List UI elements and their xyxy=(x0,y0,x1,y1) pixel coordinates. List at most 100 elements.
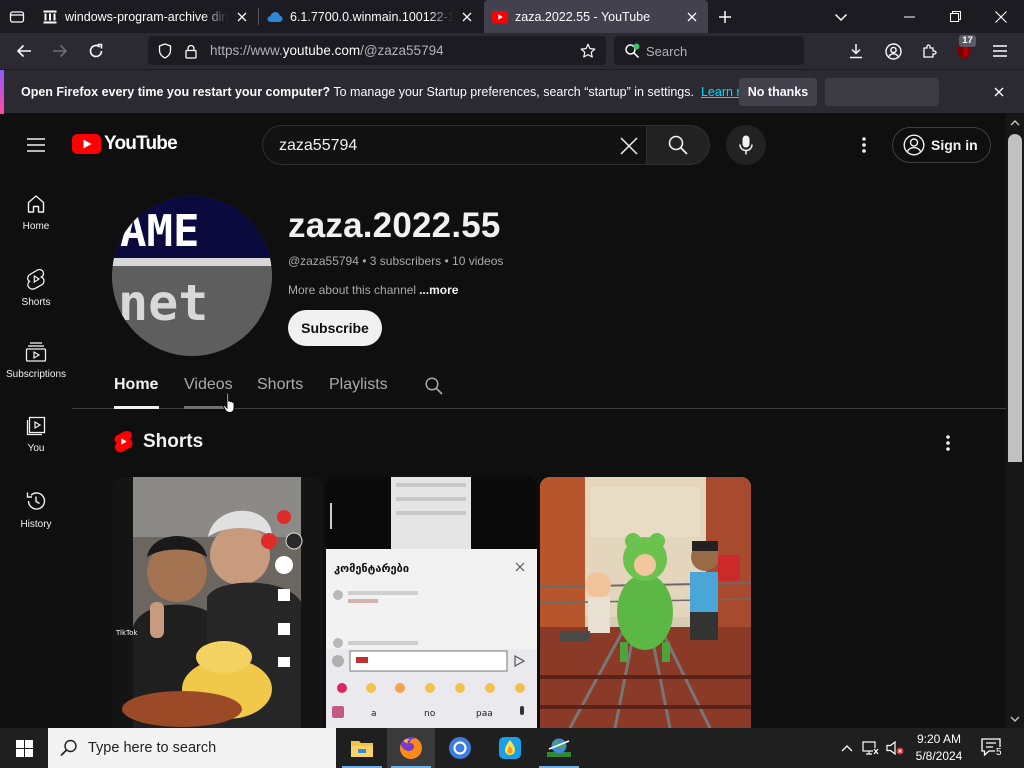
keyboard-key: paa xyxy=(476,709,493,719)
guide-item-home[interactable]: Home xyxy=(0,178,72,252)
minimize-button[interactable] xyxy=(886,0,932,33)
channel-avatar[interactable]: AME net xyxy=(112,196,272,356)
more-link[interactable]: ...more xyxy=(419,283,458,297)
tab-close-icon[interactable] xyxy=(459,9,475,25)
taskbar-clock[interactable]: 9:20 AM 5/8/2024 xyxy=(906,731,972,765)
browser-tab-onedrive[interactable]: 6.1.7700.0.winmain.100122-1900 xyxy=(259,0,483,33)
extension-badge: 17 xyxy=(959,35,976,47)
network-tray-button[interactable] xyxy=(862,739,880,757)
tab-home[interactable]: Home xyxy=(114,376,158,394)
app-taskbar-button[interactable] xyxy=(486,728,534,768)
youtube-search-button[interactable] xyxy=(646,125,710,165)
plus-icon xyxy=(719,11,731,23)
start-button[interactable] xyxy=(0,728,48,768)
browser-search-box[interactable]: Search xyxy=(614,36,804,65)
scroll-down-icon[interactable] xyxy=(1010,714,1020,724)
shelf-more-button[interactable] xyxy=(936,431,960,455)
close-window-button[interactable] xyxy=(978,0,1024,33)
guide-item-shorts[interactable]: Shorts xyxy=(0,252,72,326)
address-bar[interactable]: https://www.youtube.com/@zaza55794 xyxy=(148,36,606,65)
short-thumbnail[interactable]: TikTok xyxy=(112,477,323,728)
notification-primary-button[interactable] xyxy=(825,78,939,106)
guide-item-label: Home xyxy=(22,221,50,232)
youtube-play-logo-icon xyxy=(72,134,101,154)
new-tab-button[interactable] xyxy=(712,4,738,30)
onedrive-cloud-icon xyxy=(267,9,283,25)
puzzle-icon xyxy=(923,44,937,58)
file-explorer-taskbar-button[interactable] xyxy=(338,728,386,768)
firefox-view-button[interactable] xyxy=(0,0,33,33)
back-button[interactable] xyxy=(10,37,38,65)
action-center-button[interactable]: 5 xyxy=(980,737,1006,761)
blue-app-icon xyxy=(499,737,521,759)
download-icon xyxy=(850,44,862,59)
voice-search-button[interactable] xyxy=(726,125,766,165)
search-placeholder: Search xyxy=(646,44,688,59)
tab-close-icon[interactable] xyxy=(684,9,700,25)
no-thanks-button[interactable]: No thanks xyxy=(739,78,817,106)
volume-tray-button[interactable] xyxy=(886,739,904,757)
clear-search-button[interactable] xyxy=(618,135,640,157)
sign-in-button[interactable]: Sign in xyxy=(892,127,991,163)
youtube-search-input[interactable]: zaza55794 xyxy=(262,125,647,165)
firefox-taskbar-button[interactable] xyxy=(387,728,435,768)
notification-close-button[interactable] xyxy=(990,83,1008,101)
scroll-up-icon[interactable] xyxy=(1010,118,1020,128)
url-host: youtube.com xyxy=(282,43,361,58)
tab-playlists[interactable]: Playlists xyxy=(329,376,388,394)
navigation-toolbar: https://www.youtube.com/@zaza55794 Searc… xyxy=(0,33,1024,69)
avatar-text-top: AME xyxy=(120,206,199,257)
firefox-icon xyxy=(399,737,422,759)
bookmark-star-icon[interactable] xyxy=(580,43,596,59)
account-button[interactable] xyxy=(879,37,907,65)
chrome-icon xyxy=(449,737,471,759)
settings-more-button[interactable] xyxy=(852,133,876,157)
globe-app-taskbar-button[interactable] xyxy=(535,728,583,768)
app-menu-button[interactable] xyxy=(986,37,1014,65)
search-icon xyxy=(60,739,78,762)
volume-muted-icon xyxy=(886,740,904,756)
network-icon xyxy=(862,741,879,755)
windows-logo-icon xyxy=(15,739,33,757)
taskbar-search-box[interactable]: Type here to search xyxy=(48,728,336,768)
chrome-taskbar-button[interactable] xyxy=(436,728,484,768)
youtube-favicon-icon xyxy=(492,9,508,25)
scrollbar-thumb[interactable] xyxy=(1008,134,1022,462)
minimize-icon xyxy=(903,16,915,17)
channel-search-button[interactable] xyxy=(423,375,445,397)
list-all-tabs-button[interactable] xyxy=(828,4,854,30)
downloads-button[interactable] xyxy=(842,37,870,65)
restore-button[interactable] xyxy=(932,0,978,33)
youtube-logo[interactable]: YouTube xyxy=(72,133,178,155)
tab-title: zaza.2022.55 - YouTube xyxy=(515,9,651,24)
short-thumbnail[interactable] xyxy=(540,477,751,728)
guide-menu-button[interactable] xyxy=(22,131,50,159)
tab-close-icon[interactable] xyxy=(234,9,250,25)
startup-notification-bar: Open Firefox every time you restart your… xyxy=(0,69,1024,114)
reload-button[interactable] xyxy=(82,37,110,65)
close-icon xyxy=(995,10,1007,23)
active-tab-underline xyxy=(114,406,159,409)
guide-item-subscriptions[interactable]: Subscriptions xyxy=(0,326,72,400)
subscribe-button[interactable]: Subscribe xyxy=(288,310,382,346)
tab-shorts[interactable]: Shorts xyxy=(257,376,303,394)
forward-button[interactable] xyxy=(46,37,74,65)
page-scrollbar[interactable] xyxy=(1006,114,1024,728)
notification-text: To manage your Startup preferences, sear… xyxy=(330,85,694,99)
guide-item-history[interactable]: History xyxy=(0,474,72,548)
show-hidden-icons-button[interactable] xyxy=(838,739,856,757)
youtube-wordmark: YouTube xyxy=(104,133,178,154)
shorts-icon xyxy=(27,268,45,290)
lock-icon[interactable] xyxy=(183,43,199,59)
short-thumbnail[interactable]: კომენტარები a no paa xyxy=(326,477,537,728)
tracking-shield-icon[interactable] xyxy=(157,43,173,59)
channel-description[interactable]: More about this channel ...more xyxy=(288,283,458,297)
guide-item-you[interactable]: You xyxy=(0,400,72,474)
browser-tab-archive[interactable]: windows-program-archive directory xyxy=(34,0,258,33)
mouse-hand-cursor-icon xyxy=(223,392,235,413)
about-text: More about this channel xyxy=(288,283,417,297)
browser-tab-youtube[interactable]: zaza.2022.55 - YouTube xyxy=(484,0,708,33)
close-icon xyxy=(994,87,1004,97)
channel-name: zaza.2022.55 xyxy=(288,206,501,245)
extensions-button[interactable] xyxy=(915,37,943,65)
